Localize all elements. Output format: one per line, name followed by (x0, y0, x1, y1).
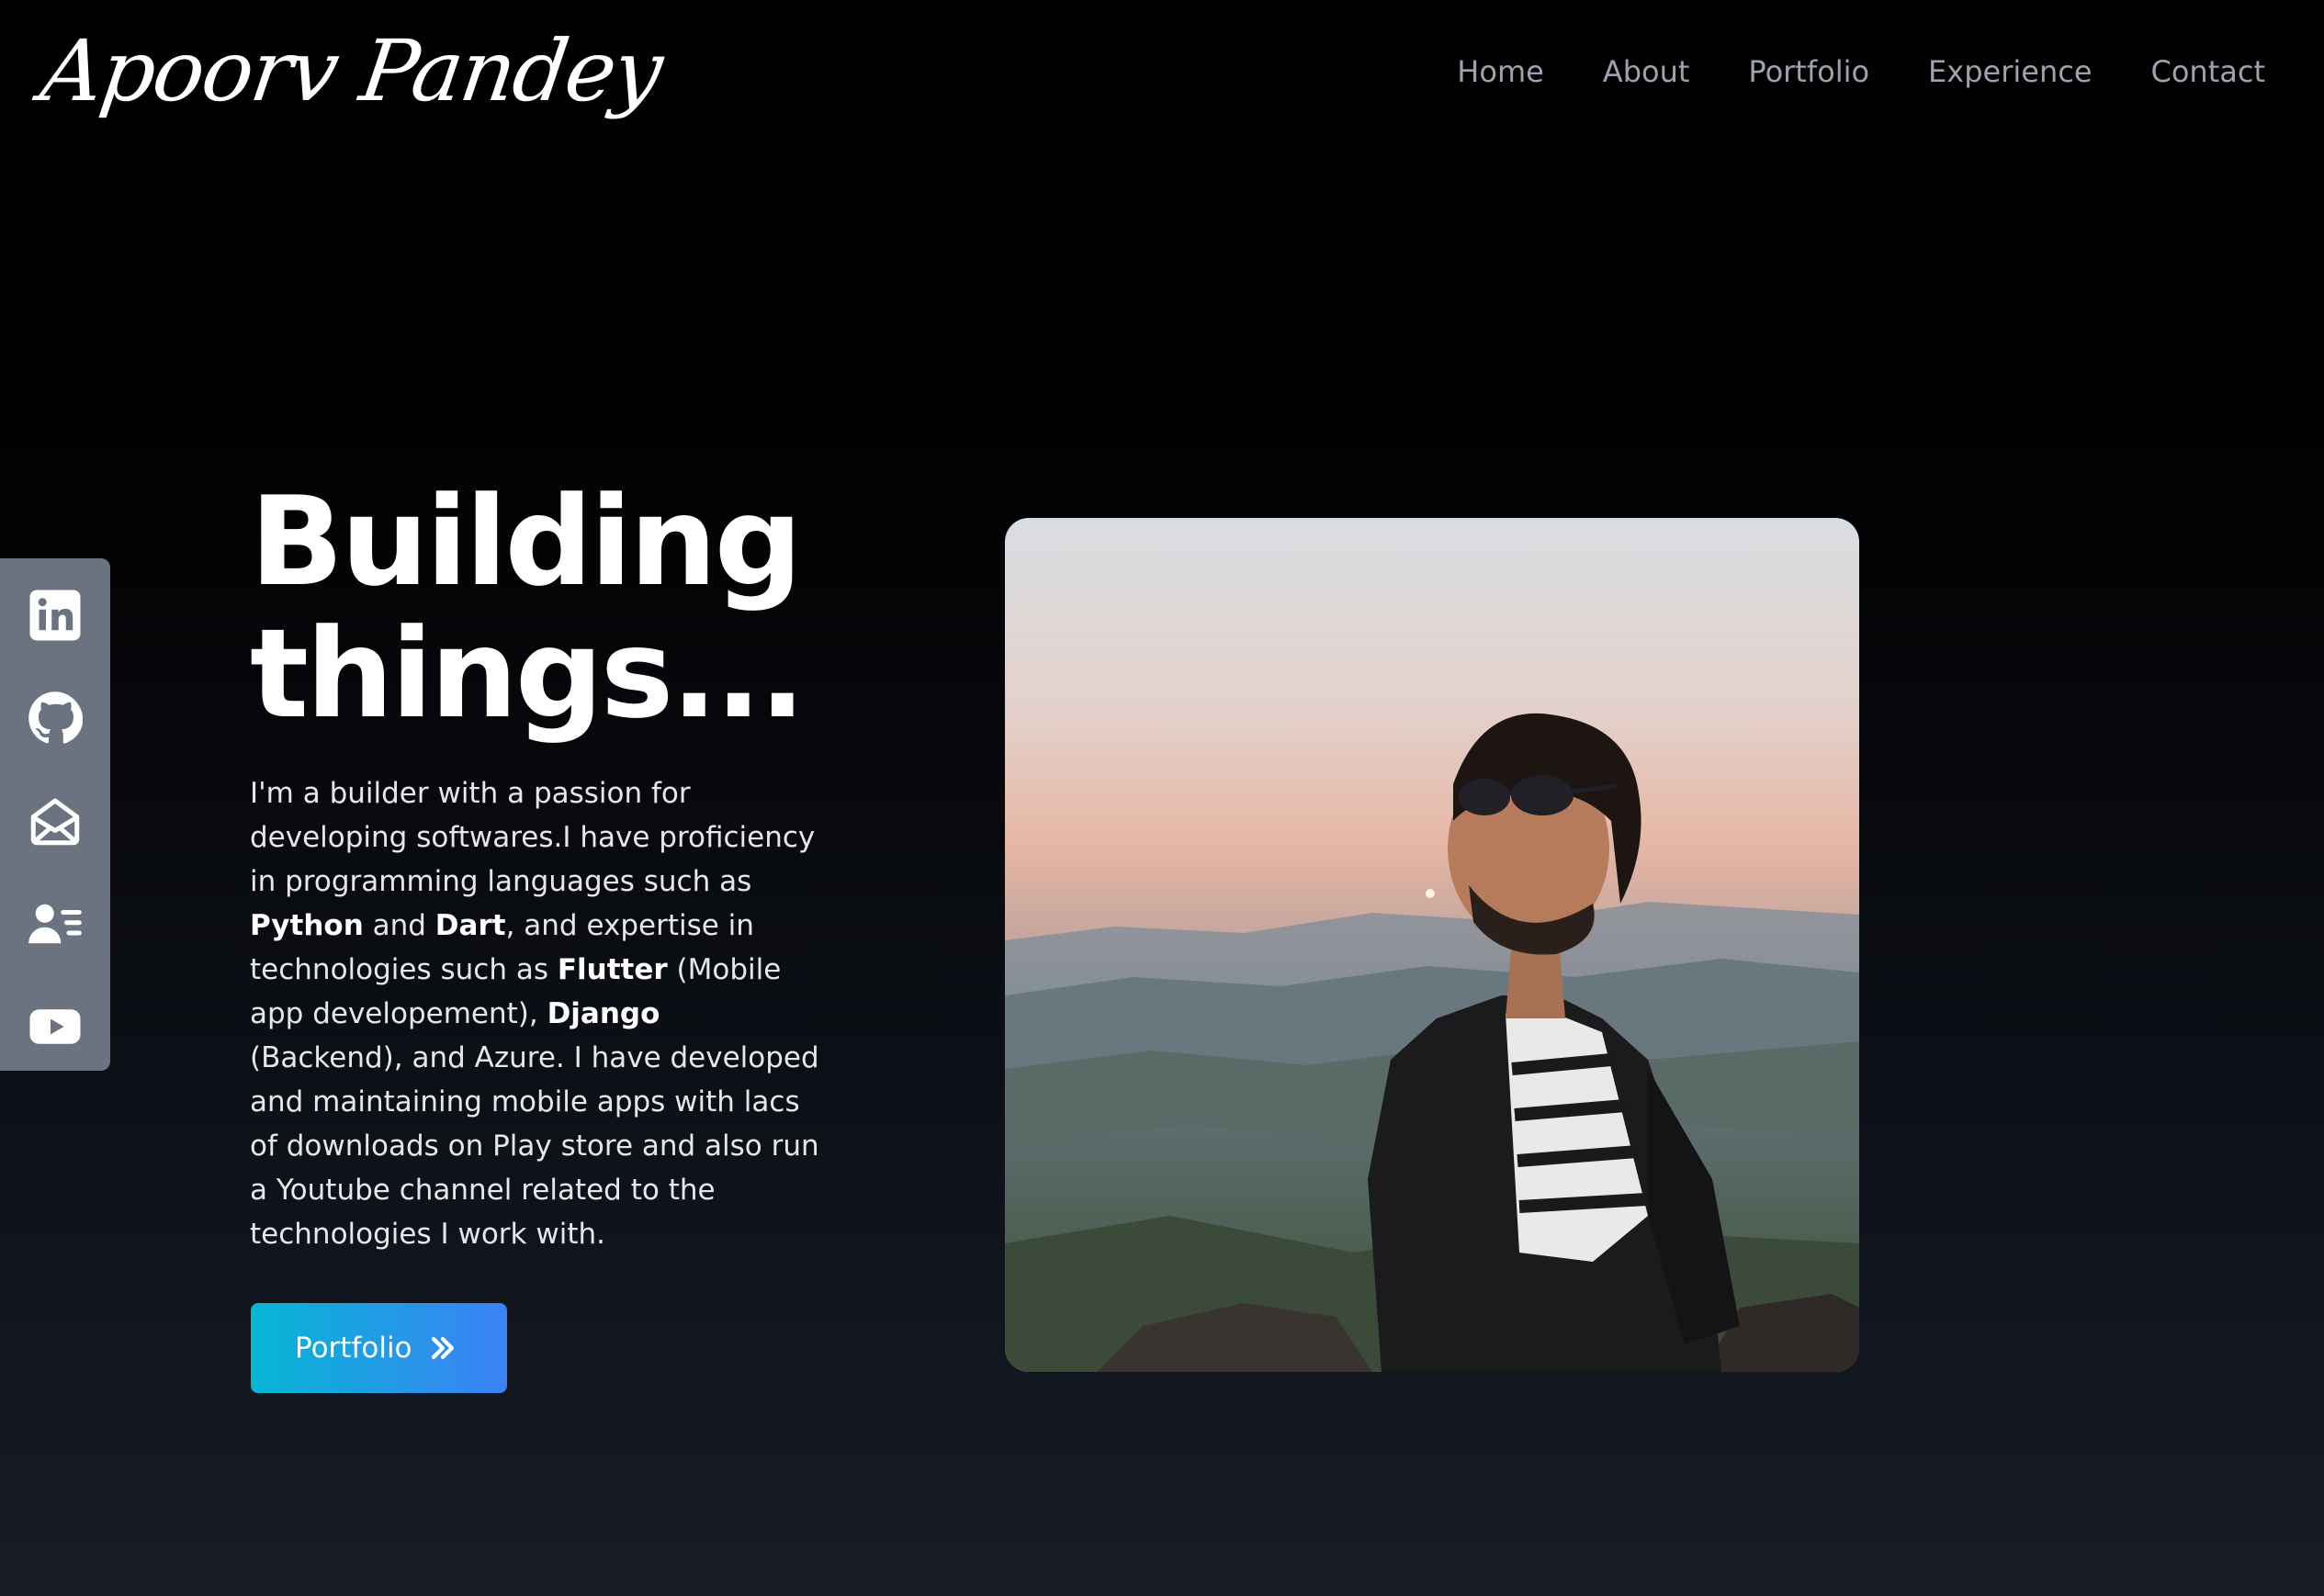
linkedin-icon (29, 590, 81, 641)
resume-link[interactable] (0, 872, 110, 975)
hero-title: Building things... (250, 476, 893, 740)
email-link[interactable] (0, 770, 110, 872)
main-nav: Home About Portfolio Experience Contact (1457, 48, 2265, 96)
youtube-link[interactable] (0, 975, 110, 1078)
profile-photo-image (1005, 518, 1859, 1372)
skill-django: Django (547, 997, 660, 1030)
hero-description: I'm a builder with a passion for develop… (250, 771, 819, 1256)
github-icon (28, 691, 83, 744)
nav-contact-link[interactable]: Contact (2151, 48, 2266, 96)
nav-home-link[interactable]: Home (1457, 48, 1544, 96)
hero-title-line-1: Building (250, 470, 803, 613)
skill-flutter: Flutter (557, 953, 668, 986)
nav-experience-link[interactable]: Experience (1928, 48, 2092, 96)
desc-text: (Backend), and Azure. I have developed a… (250, 1041, 819, 1251)
linkedin-link[interactable] (0, 564, 110, 667)
skill-dart: Dart (434, 909, 506, 942)
hero-title-line-2: things... (250, 602, 806, 746)
social-sidebar (0, 558, 110, 1071)
skill-python: Python (250, 909, 364, 942)
youtube-icon (29, 1009, 81, 1044)
github-link[interactable] (0, 667, 110, 770)
desc-text: I'm a builder with a passion for develop… (250, 777, 816, 898)
nav-portfolio-link[interactable]: Portfolio (1748, 48, 1869, 96)
portfolio-button-label: Portfolio (295, 1332, 412, 1365)
profile-photo (1005, 518, 1859, 1372)
resume-icon (28, 904, 82, 944)
site-logo[interactable]: Apoorv Pandey (35, 17, 668, 127)
portfolio-button[interactable]: Portfolio (251, 1303, 507, 1393)
nav-about-link[interactable]: About (1603, 48, 1690, 96)
desc-text: and (363, 909, 435, 942)
chevrons-right-icon (431, 1336, 454, 1360)
mail-icon (30, 798, 80, 846)
